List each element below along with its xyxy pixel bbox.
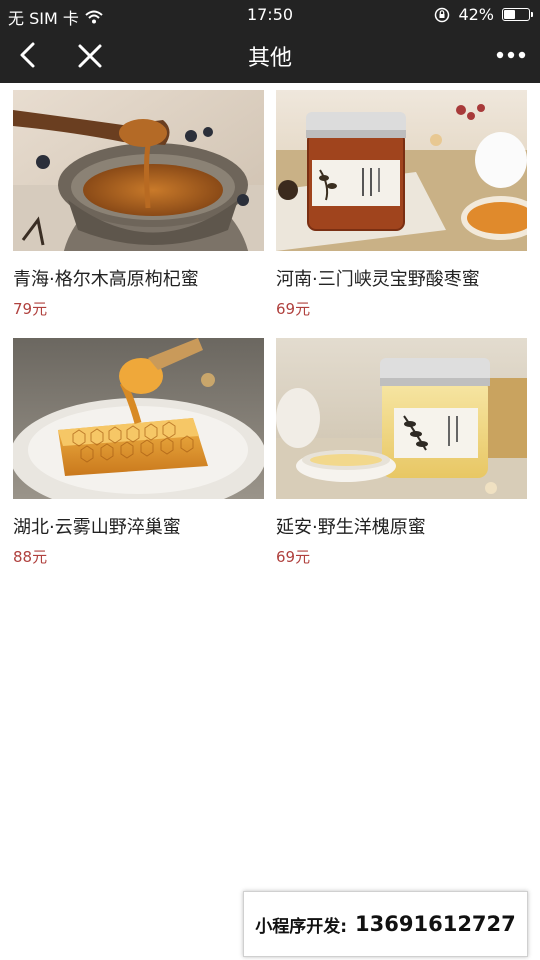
product-name: 湖北·云雾山野淬巢蜜 bbox=[13, 517, 181, 538]
product-card[interactable]: 湖北·云雾山野淬巢蜜 88元 bbox=[13, 338, 264, 567]
more-button[interactable] bbox=[494, 40, 528, 70]
battery-percent: 42% bbox=[458, 5, 494, 24]
product-card[interactable]: 青海·格尔木高原枸杞蜜 79元 bbox=[13, 90, 264, 319]
battery-icon bbox=[502, 8, 533, 21]
honeycomb-plate-photo bbox=[13, 338, 264, 499]
promo-banner: 小程序开发: 13691612727 bbox=[243, 891, 528, 957]
more-dots-icon bbox=[496, 51, 526, 59]
product-price: 69元 bbox=[276, 300, 311, 318]
product-name: 青海·格尔木高原枸杞蜜 bbox=[13, 269, 199, 290]
product-name: 延安·野生洋槐原蜜 bbox=[276, 517, 426, 538]
product-price: 79元 bbox=[13, 300, 48, 318]
acacia-honey-jar-photo bbox=[276, 338, 527, 499]
promo-label: 小程序开发: bbox=[255, 916, 348, 937]
product-name: 河南·三门峡灵宝野酸枣蜜 bbox=[276, 269, 480, 290]
honey-jar-label-photo bbox=[276, 90, 527, 251]
product-card[interactable]: 延安·野生洋槐原蜜 69元 bbox=[276, 338, 527, 567]
product-price: 88元 bbox=[13, 548, 48, 566]
orientation-lock-icon bbox=[435, 7, 450, 22]
nav-bar: 其他 bbox=[0, 28, 540, 83]
page-title: 其他 bbox=[247, 46, 292, 71]
status-bar: 无 SIM 卡 17:50 42% bbox=[0, 0, 540, 28]
promo-phone: 13691612727 bbox=[355, 912, 516, 936]
honey-bowl-dipper-photo bbox=[13, 90, 264, 251]
battery-level bbox=[504, 10, 515, 19]
status-right: 42% bbox=[434, 5, 533, 24]
product-price: 69元 bbox=[276, 548, 311, 566]
product-card[interactable]: 河南·三门峡灵宝野酸枣蜜 69元 bbox=[276, 90, 527, 319]
